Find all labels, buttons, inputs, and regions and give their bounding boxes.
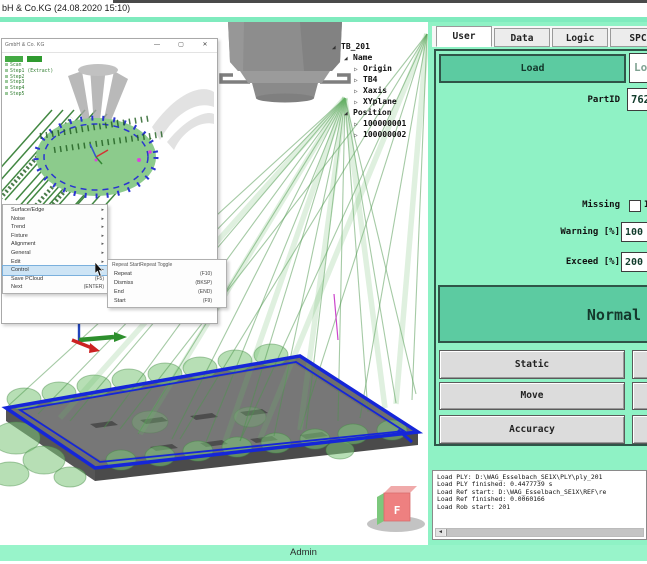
menu-item[interactable]: Next(ENTER)	[3, 283, 107, 292]
menu-item[interactable]: Save PCloud(F5)	[3, 275, 107, 284]
collapse-icon[interactable]: ▷	[354, 130, 363, 141]
scan-step-list: Scan Step1 (Extract) Step2 Step3 Step4 S…	[5, 63, 53, 98]
static-button[interactable]: Static	[439, 350, 625, 379]
status-indicator: Normal	[438, 285, 647, 343]
warning-input[interactable]: 100	[621, 222, 647, 242]
tab-spc[interactable]: SPC	[610, 28, 647, 47]
menu-item[interactable]: Noise▸	[3, 215, 107, 224]
accuracy-button[interactable]: Accuracy	[439, 415, 625, 444]
button-partial[interactable]	[632, 350, 647, 379]
menu-item[interactable]: Fixture▸	[3, 232, 107, 241]
submenu-arrow-icon: ▸	[101, 206, 104, 215]
context-submenu: Repeat StartRepeat Toggle Repeat(F10) Di…	[107, 259, 227, 308]
menu-item[interactable]: Repeat(F10)	[108, 270, 226, 279]
scroll-left-icon[interactable]: ◄	[436, 529, 445, 536]
current-user: Admin	[290, 547, 317, 558]
exceed-input[interactable]: 200	[621, 252, 647, 272]
menu-item[interactable]: Surface/Edge▸	[3, 206, 107, 215]
bullet-icon	[5, 86, 8, 89]
bullet-icon	[5, 69, 8, 72]
maximize-icon[interactable]: ▢	[174, 40, 188, 51]
tree-node[interactable]: ◢Name	[330, 52, 428, 63]
bullet-icon	[5, 92, 8, 95]
bullet-icon	[5, 80, 8, 83]
tab-data[interactable]: Data	[494, 28, 550, 47]
status-bar: Admin	[0, 545, 647, 561]
bullet-icon	[5, 75, 8, 78]
exceed-label: Exceed [%]	[490, 257, 620, 267]
window-title: bH & Co.KG (24.08.2020 15:10)	[2, 3, 130, 13]
menu-item[interactable]: Dismiss(BKSP)	[108, 279, 226, 288]
expand-icon[interactable]: ◢	[344, 108, 353, 119]
tree-node[interactable]: ▷100000002	[330, 129, 428, 140]
orientation-cube[interactable]: F	[367, 486, 425, 532]
submenu-arrow-icon: ▸	[101, 223, 104, 232]
horizontal-scrollbar[interactable]: ◄	[435, 528, 644, 537]
close-icon[interactable]: ✕	[198, 40, 212, 51]
mouse-cursor-icon	[95, 262, 107, 278]
load-button[interactable]: Load	[439, 54, 626, 83]
tab-logic[interactable]: Logic	[552, 28, 608, 47]
move-button[interactable]: Move	[439, 382, 625, 410]
tree-node[interactable]: ▷TB4	[330, 74, 428, 85]
tree-node[interactable]: ▷100000001	[330, 118, 428, 129]
load-field[interactable]: Load	[629, 53, 647, 83]
submenu-arrow-icon: ▸	[101, 232, 104, 241]
3d-viewport[interactable]: F ◢TB_201 ◢Name ▷Origin ▷TB4 ▷Xaxis ▷XYp…	[0, 22, 428, 545]
tree-node[interactable]: ▷Xaxis	[330, 85, 428, 96]
expand-icon[interactable]: ◢	[332, 42, 341, 53]
menu-item[interactable]: Alignment▸	[3, 240, 107, 249]
feature-tree: ◢TB_201 ◢Name ▷Origin ▷TB4 ▷Xaxis ▷XYpla…	[330, 41, 428, 140]
tree-node[interactable]: ◢Position	[330, 107, 428, 118]
context-menu: Surface/Edge▸ Noise▸ Trend▸ Fixture▸ Ali…	[2, 204, 108, 294]
menu-item[interactable]: General▸	[3, 249, 107, 258]
menu-item[interactable]: Trend▸	[3, 223, 107, 232]
tree-node[interactable]: ◢TB_201	[330, 41, 428, 52]
tree-node[interactable]: ▷XYplane	[330, 96, 428, 107]
cube-front-label: F	[394, 504, 401, 517]
magenta-marker	[334, 294, 338, 340]
button-partial[interactable]	[632, 382, 647, 410]
partid-label: PartID	[490, 95, 620, 105]
tab-user[interactable]: User	[436, 26, 492, 47]
tab-bar: User Data Logic SPC	[432, 26, 647, 47]
submenu-header: Repeat StartRepeat Toggle	[108, 261, 226, 270]
list-item[interactable]: Step5	[5, 92, 53, 98]
control-groupbox: Load Load PartID 762 Missing I Warning […	[434, 49, 647, 446]
minimize-icon[interactable]: —	[150, 40, 164, 51]
menu-item[interactable]: Edit▸	[3, 258, 107, 267]
inner-window-titlebar[interactable]: GmbH & Co. KG — ▢ ✕	[2, 39, 217, 53]
submenu-arrow-icon: ▸	[101, 249, 104, 258]
menu-item-highlighted[interactable]: Control▸	[3, 266, 107, 275]
inner-window-title: GmbH & Co. KG	[5, 42, 45, 48]
log-line: Load Rob start: 201	[437, 504, 646, 511]
log-output[interactable]: Load PLY: D:\WAG_Esselbach_SE1X\PLY\ply_…	[432, 470, 647, 540]
expand-icon[interactable]: ◢	[344, 53, 353, 64]
top-edge-line	[113, 0, 647, 3]
menu-item[interactable]: End(END)	[108, 288, 226, 297]
warning-label: Warning [%]	[490, 227, 620, 237]
right-panel: User Data Logic SPC Load Load PartID 762…	[428, 22, 647, 545]
missing-checkbox[interactable]	[629, 200, 641, 212]
button-partial[interactable]	[632, 415, 647, 444]
submenu-arrow-icon: ▸	[101, 240, 104, 249]
missing-label: Missing	[490, 200, 620, 210]
app-window: bH & Co.KG (24.08.2020 15:10)	[0, 0, 647, 564]
tree-node[interactable]: ▷Origin	[330, 63, 428, 74]
menu-item[interactable]: Start(F9)	[108, 297, 226, 306]
partid-input[interactable]: 762	[627, 88, 647, 111]
bullet-icon	[5, 63, 8, 66]
scrollbar-thumb[interactable]	[446, 529, 643, 536]
submenu-arrow-icon: ▸	[101, 215, 104, 224]
